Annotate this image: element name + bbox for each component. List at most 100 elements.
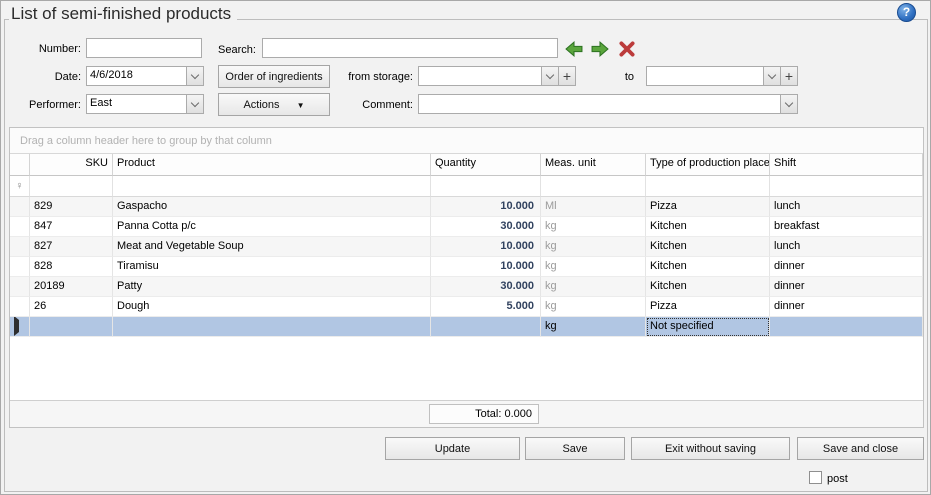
cell-meas-unit[interactable]: kg — [541, 277, 646, 297]
cell-sku[interactable]: 828 — [30, 257, 113, 277]
cell-shift[interactable] — [770, 317, 923, 337]
cell-meas-unit[interactable]: kg — [541, 217, 646, 237]
cell-product[interactable]: Tiramisu — [113, 257, 431, 277]
performer-select[interactable]: East — [86, 94, 204, 114]
grid-filter-row: ♀ — [10, 176, 923, 197]
cell-product[interactable]: Meat and Vegetable Soup — [113, 237, 431, 257]
to-storage-dropdown-button[interactable] — [763, 67, 780, 85]
cell-type[interactable]: Kitchen — [646, 277, 770, 297]
cell-product[interactable]: Gaspacho — [113, 197, 431, 217]
cell-quantity[interactable]: 5.000 — [431, 297, 541, 317]
table-row[interactable]: 829 Gaspacho 10.000 Ml Pizza lunch — [10, 197, 923, 217]
cell-quantity[interactable]: 10.000 — [431, 197, 541, 217]
grid-empty-area — [10, 337, 923, 400]
table-row-new-selected[interactable]: kg Not specified — [10, 317, 923, 337]
date-dropdown-button[interactable] — [186, 67, 203, 85]
cell-sku[interactable]: 829 — [30, 197, 113, 217]
cell-shift[interactable]: lunch — [770, 237, 923, 257]
chevron-down-icon — [785, 98, 793, 106]
filter-quantity-input[interactable] — [431, 176, 541, 197]
cell-sku[interactable]: 26 — [30, 297, 113, 317]
chevron-down-icon — [768, 70, 776, 78]
number-input[interactable] — [86, 38, 202, 58]
save-and-close-button[interactable]: Save and close — [797, 437, 924, 460]
exit-without-saving-button[interactable]: Exit without saving — [631, 437, 790, 460]
comment-dropdown-button[interactable] — [780, 95, 797, 113]
table-row[interactable]: 26 Dough 5.000 kg Pizza dinner — [10, 297, 923, 317]
search-input[interactable] — [262, 38, 558, 58]
comment-select[interactable] — [418, 94, 798, 114]
update-button[interactable]: Update — [385, 437, 520, 460]
cell-meas-unit[interactable]: kg — [541, 257, 646, 277]
from-storage-select[interactable]: + — [418, 66, 576, 86]
to-storage-value — [647, 67, 763, 85]
cell-shift[interactable]: breakfast — [770, 217, 923, 237]
cell-sku[interactable]: 20189 — [30, 277, 113, 297]
cell-quantity[interactable]: 30.000 — [431, 217, 541, 237]
table-row[interactable]: 827 Meat and Vegetable Soup 10.000 kg Ki… — [10, 237, 923, 257]
cell-product[interactable]: Patty — [113, 277, 431, 297]
cell-type-focused[interactable]: Not specified — [646, 317, 770, 337]
table-row[interactable]: 847 Panna Cotta p/c 30.000 kg Kitchen br… — [10, 217, 923, 237]
column-header-quantity[interactable]: Quantity — [431, 154, 541, 176]
cell-type[interactable]: Kitchen — [646, 237, 770, 257]
cell-shift[interactable]: dinner — [770, 257, 923, 277]
cell-type[interactable]: Kitchen — [646, 257, 770, 277]
add-to-storage-button[interactable]: + — [780, 67, 797, 85]
cell-meas-unit[interactable]: Ml — [541, 197, 646, 217]
to-storage-select[interactable]: + — [646, 66, 798, 86]
cell-product[interactable]: Dough — [113, 297, 431, 317]
clear-search-icon[interactable] — [618, 40, 636, 58]
table-row[interactable]: 828 Tiramisu 10.000 kg Kitchen dinner — [10, 257, 923, 277]
performer-dropdown-button[interactable] — [186, 95, 203, 113]
dropdown-arrow-icon: ▼ — [297, 101, 305, 110]
column-header-meas-unit[interactable]: Meas. unit — [541, 154, 646, 176]
cell-quantity[interactable] — [431, 317, 541, 337]
cell-quantity[interactable]: 30.000 — [431, 277, 541, 297]
grid-footer: Total: 0.000 — [10, 400, 923, 427]
filter-product-input[interactable] — [113, 176, 431, 197]
cell-shift[interactable]: dinner — [770, 297, 923, 317]
cell-quantity[interactable]: 10.000 — [431, 237, 541, 257]
cell-meas-unit[interactable]: kg — [541, 317, 646, 337]
grid-group-panel[interactable]: Drag a column header here to group by th… — [10, 128, 923, 154]
cell-product[interactable]: Panna Cotta p/c — [113, 217, 431, 237]
column-header-type-of-production-place[interactable]: Type of production place — [646, 154, 770, 176]
cell-type[interactable]: Pizza — [646, 197, 770, 217]
post-checkbox[interactable] — [809, 471, 822, 484]
search-next-arrow-icon[interactable] — [591, 40, 609, 58]
cell-shift[interactable]: dinner — [770, 277, 923, 297]
column-header-product[interactable]: Product — [113, 154, 431, 176]
actions-button[interactable]: Actions ▼ — [218, 93, 330, 116]
order-of-ingredients-button[interactable]: Order of ingredients — [218, 65, 330, 88]
cell-quantity[interactable]: 10.000 — [431, 257, 541, 277]
filter-meas-unit-input[interactable] — [541, 176, 646, 197]
filter-row-icon: ♀ — [10, 176, 30, 197]
cell-type[interactable]: Pizza — [646, 297, 770, 317]
save-button[interactable]: Save — [525, 437, 625, 460]
add-from-storage-button[interactable]: + — [558, 67, 575, 85]
cell-meas-unit[interactable]: kg — [541, 297, 646, 317]
cell-sku[interactable]: 847 — [30, 217, 113, 237]
document-window: List of semi-finished products ? Number:… — [0, 0, 931, 495]
search-prev-arrow-icon[interactable] — [565, 40, 583, 58]
chevron-down-icon — [191, 70, 199, 78]
cell-sku[interactable] — [30, 317, 113, 337]
cell-sku[interactable]: 827 — [30, 237, 113, 257]
from-storage-dropdown-button[interactable] — [541, 67, 558, 85]
help-icon[interactable]: ? — [897, 3, 916, 22]
column-header-shift[interactable]: Shift — [770, 154, 923, 176]
date-select[interactable]: 4/6/2018 — [86, 66, 204, 86]
filter-sku-input[interactable] — [30, 176, 113, 197]
table-row[interactable]: 20189 Patty 30.000 kg Kitchen dinner — [10, 277, 923, 297]
cell-product[interactable] — [113, 317, 431, 337]
comment-label: Comment: — [341, 98, 413, 112]
filter-shift-input[interactable] — [770, 176, 923, 197]
cell-meas-unit[interactable]: kg — [541, 237, 646, 257]
page-title: List of semi-finished products — [9, 4, 237, 26]
date-label: Date: — [11, 70, 81, 84]
column-header-sku[interactable]: SKU — [30, 154, 113, 176]
filter-type-input[interactable] — [646, 176, 770, 197]
cell-shift[interactable]: lunch — [770, 197, 923, 217]
cell-type[interactable]: Kitchen — [646, 217, 770, 237]
